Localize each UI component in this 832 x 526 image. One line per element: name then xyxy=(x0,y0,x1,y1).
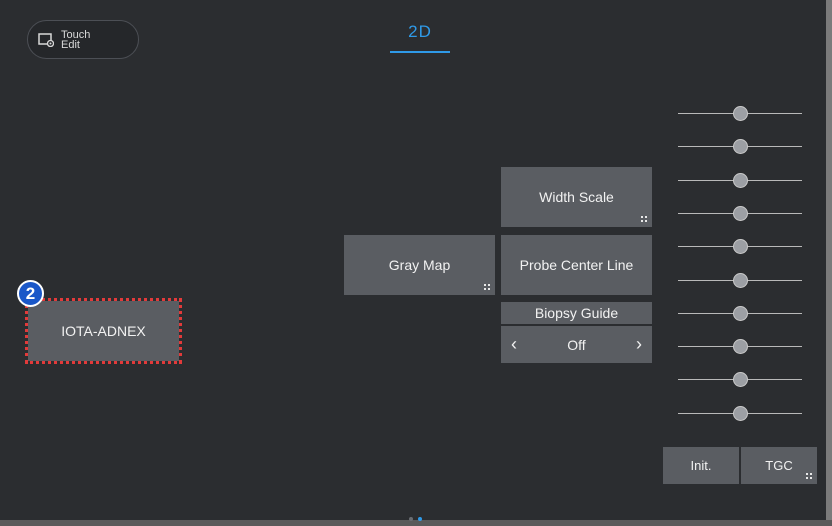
touch-panel-screen: Touch Edit 2D Width Scale Gray Map Probe… xyxy=(0,0,832,521)
tab-2d[interactable]: 2D xyxy=(390,22,450,42)
touch-edit-icon xyxy=(38,32,54,47)
iota-adnex-button[interactable]: IOTA-ADNEX xyxy=(25,298,182,364)
tgc-slider-knob[interactable] xyxy=(733,372,748,387)
tgc-slider-knob[interactable] xyxy=(733,173,748,188)
width-scale-label: Width Scale xyxy=(539,189,614,205)
biopsy-guide-value: Off xyxy=(567,336,586,353)
tgc-button[interactable]: TGC xyxy=(741,447,817,484)
page-dot[interactable] xyxy=(418,517,422,521)
tgc-slider[interactable] xyxy=(678,139,802,155)
tgc-slider[interactable] xyxy=(678,339,802,355)
chevron-right-icon[interactable]: › xyxy=(632,334,646,355)
tgc-slider-knob[interactable] xyxy=(733,406,748,421)
init-button[interactable]: Init. xyxy=(663,447,739,484)
iota-adnex-label: IOTA-ADNEX xyxy=(61,323,146,339)
page-indicator[interactable] xyxy=(409,508,427,526)
touch-edit-label: Touch Edit xyxy=(61,28,91,51)
grip-icon xyxy=(806,473,813,480)
probe-center-line-button[interactable]: Probe Center Line xyxy=(501,235,652,295)
callout-badge: 2 xyxy=(17,280,44,307)
grip-icon xyxy=(484,284,491,291)
init-label: Init. xyxy=(690,458,712,473)
width-scale-button[interactable]: Width Scale xyxy=(501,167,652,227)
tgc-slider[interactable] xyxy=(678,206,802,222)
tab-2d-underline xyxy=(390,51,450,53)
biopsy-guide-label: Biopsy Guide xyxy=(501,302,652,326)
tgc-slider-knob[interactable] xyxy=(733,239,748,254)
page-dot[interactable] xyxy=(409,517,413,521)
tgc-slider-knob[interactable] xyxy=(733,273,748,288)
tgc-slider-knob[interactable] xyxy=(733,306,748,321)
chevron-left-icon[interactable]: ‹ xyxy=(507,334,521,355)
tgc-slider[interactable] xyxy=(678,306,802,322)
gray-map-label: Gray Map xyxy=(388,257,451,273)
tgc-slider[interactable] xyxy=(678,106,802,122)
tgc-slider-knob[interactable] xyxy=(733,106,748,121)
tgc-slider-knob[interactable] xyxy=(733,139,748,154)
biopsy-guide-selector: ‹ Off › xyxy=(501,326,652,363)
grip-icon xyxy=(641,216,648,223)
probe-center-line-label: Probe Center Line xyxy=(519,257,634,273)
touch-edit-button[interactable]: Touch Edit xyxy=(27,20,139,59)
tgc-slider[interactable] xyxy=(678,173,802,189)
tgc-slider[interactable] xyxy=(678,239,802,255)
tgc-label: TGC xyxy=(765,458,793,473)
biopsy-guide-control: Biopsy Guide ‹ Off › xyxy=(501,302,652,363)
tgc-slider[interactable] xyxy=(678,273,802,289)
tgc-slider-knob[interactable] xyxy=(733,339,748,354)
tgc-slider[interactable] xyxy=(678,406,802,422)
tgc-slider-knob[interactable] xyxy=(733,206,748,221)
tgc-slider[interactable] xyxy=(678,372,802,388)
gray-map-button[interactable]: Gray Map xyxy=(344,235,495,295)
